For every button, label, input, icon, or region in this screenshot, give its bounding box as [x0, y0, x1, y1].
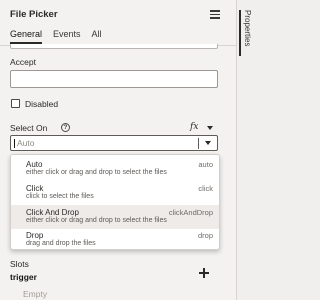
option-name: Click [26, 184, 44, 193]
option-key: auto [198, 160, 213, 169]
select-on-select[interactable]: Auto [10, 135, 218, 151]
disabled-label: Disabled [25, 99, 59, 109]
add-slot-plus-icon[interactable] [199, 268, 209, 278]
scrolled-field-edge [10, 44, 218, 49]
properties-tab-label: Properties [243, 10, 252, 47]
help-icon[interactable]: ? [61, 123, 70, 132]
hamburger-menu-icon[interactable] [210, 10, 220, 19]
dropdown-option-click[interactable]: Click click to select the files click [11, 181, 219, 205]
accept-input[interactable] [10, 70, 218, 88]
select-on-dropdown: Auto either click or drag and drop to se… [10, 154, 220, 250]
option-description: click to select the files [26, 193, 94, 200]
option-name: Click And Drop [26, 208, 79, 217]
option-description: drag and drop the files [26, 240, 96, 247]
panel-header: File Picker [10, 9, 226, 23]
option-description: either click or drag and drop to select … [26, 217, 167, 224]
option-name: Auto [26, 160, 43, 169]
properties-side-tab[interactable]: Properties [239, 10, 257, 62]
option-name: Drop [26, 231, 44, 240]
file-picker-panel: File Picker General Events All Accept Di… [0, 0, 237, 300]
disabled-checkbox[interactable] [11, 99, 20, 108]
tab-events[interactable]: Events [53, 29, 81, 45]
tab-all[interactable]: All [92, 29, 102, 45]
slots-label: Slots [10, 259, 29, 269]
option-key: click [198, 184, 213, 193]
app-root: File Picker General Events All Accept Di… [0, 0, 260, 300]
option-key: clickAndDrop [168, 208, 213, 217]
panel-title: File Picker [10, 9, 58, 20]
fx-icon[interactable]: fx [190, 122, 198, 132]
slot-trigger-label: trigger [10, 272, 37, 282]
slot-empty-text: Empty [23, 289, 48, 299]
tab-bar: General Events All [10, 29, 113, 45]
dropdown-option-click-and-drop[interactable]: Click And Drop either click or drag and … [11, 205, 219, 229]
select-divider [198, 138, 199, 149]
fx-dropdown-chevron-down-icon[interactable] [207, 126, 213, 130]
option-description: either click or drag and drop to select … [26, 169, 167, 176]
option-key: drop [197, 231, 213, 240]
text-cursor [14, 139, 15, 148]
dropdown-option-drop[interactable]: Drop drag and drop the files drop [11, 228, 219, 252]
tab-general[interactable]: General [10, 29, 43, 45]
chevron-down-icon[interactable] [205, 141, 211, 145]
accept-label: Accept [10, 57, 36, 67]
dropdown-option-auto[interactable]: Auto either click or drag and drop to se… [11, 157, 219, 181]
select-on-value: Auto [17, 138, 35, 148]
select-on-label: Select On [10, 123, 48, 133]
